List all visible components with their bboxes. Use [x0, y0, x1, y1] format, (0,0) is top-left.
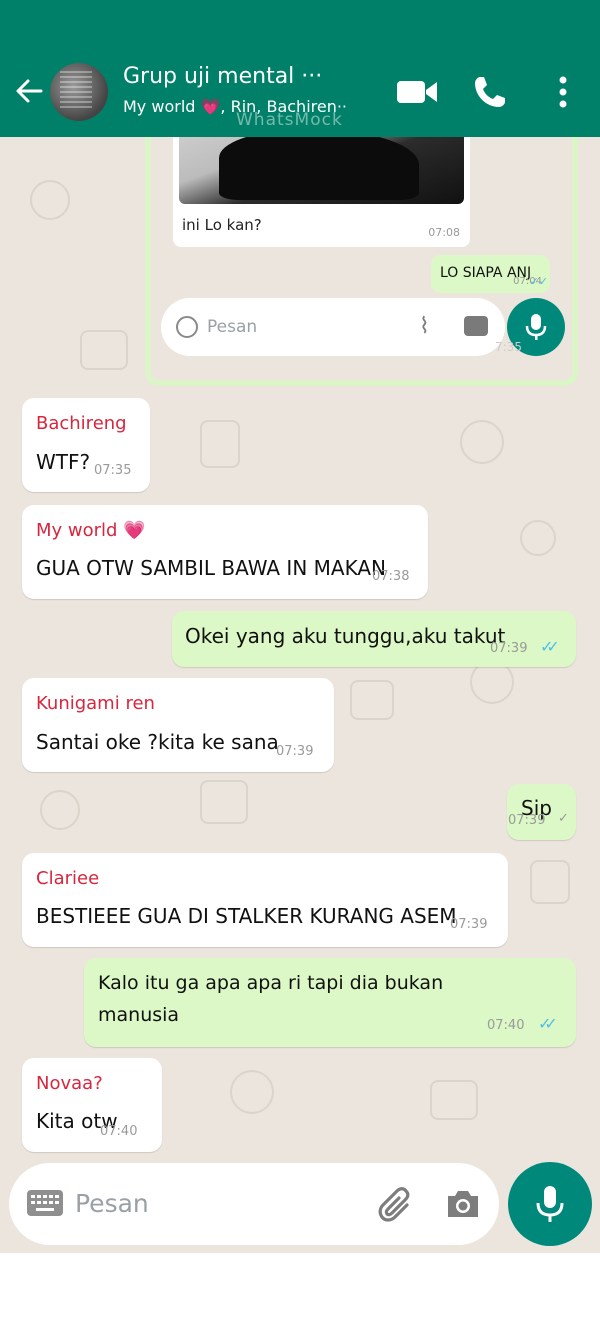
sender-name: Novaa?: [36, 1073, 103, 1094]
message-time: 07:39: [490, 641, 528, 656]
embedded-caption-time: 07:08: [428, 226, 460, 239]
message-time: 07:38: [372, 569, 410, 584]
message-text: Kalo itu ga apa apa ri tapi dia bukan: [98, 972, 444, 994]
message-bubble[interactable]: Sip 07:39 ✓: [507, 784, 576, 840]
chat-header: Grup uji mental ··· My world 💗, Rin, Bac…: [0, 0, 600, 137]
sender-name: Clariee: [36, 868, 100, 889]
watermark: WhatsMock: [236, 110, 343, 130]
message-bubble[interactable]: My world 💗 GUA OTW SAMBIL BAWA IN MAKAN …: [22, 505, 428, 599]
bg-doodle: [200, 780, 248, 824]
mic-button[interactable]: [508, 1162, 592, 1246]
message-input-placeholder[interactable]: Pesan: [75, 1189, 149, 1218]
bg-doodle: [80, 330, 128, 370]
message-text: GUA OTW SAMBIL BAWA IN MAKAN: [36, 556, 386, 580]
read-ticks-icon: ✓✓: [538, 1014, 558, 1033]
chat-screen: ini Lo kan? 07:08 LO SIAPA ANJ 07:04 ✓✓ …: [0, 0, 600, 1253]
message-text: manusia: [98, 1004, 180, 1026]
embedded-outgoing-message: LO SIAPA ANJ 07:04 ✓✓: [431, 255, 550, 293]
chat-title[interactable]: Grup uji mental ···: [123, 64, 373, 89]
sent-tick-icon: ✓: [558, 811, 569, 826]
bg-doodle: [350, 680, 394, 720]
message-bubble[interactable]: Okei yang aku tunggu,aku takut 07:39 ✓✓: [172, 611, 576, 667]
bg-doodle: [520, 520, 556, 556]
message-text: Okei yang aku tunggu,aku takut: [185, 624, 506, 648]
bg-doodle: [530, 860, 570, 904]
sender-name: My world 💗: [36, 520, 146, 541]
message-bubble[interactable]: Novaa? Kita otw 07:40: [22, 1058, 162, 1152]
message-bubble[interactable]: Kalo itu ga apa apa ri tapi dia bukan ma…: [84, 958, 576, 1047]
bg-doodle: [30, 180, 70, 220]
embedded-caption: ini Lo kan?: [182, 216, 262, 234]
message-time: 07:39: [276, 744, 314, 759]
back-arrow-icon[interactable]: [14, 76, 44, 106]
message-text: BESTIEEE GUA DI STALKER KURANG ASEM: [36, 904, 457, 928]
message-time: 07:39: [508, 813, 546, 828]
message-time: 07:39: [450, 917, 488, 932]
embedded-input-placeholder: Pesan: [207, 317, 258, 337]
read-ticks-icon: ✓✓: [540, 637, 560, 656]
message-time: 07:40: [100, 1124, 138, 1139]
mic-icon: [536, 1186, 564, 1222]
camera-icon[interactable]: [445, 1188, 481, 1220]
embedded-screenshot: ini Lo kan? 07:08 LO SIAPA ANJ 07:04 ✓✓ …: [145, 100, 578, 386]
bg-doodle: [200, 420, 240, 468]
bg-doodle: [460, 420, 504, 464]
attach-icon: ⌇: [419, 314, 430, 339]
more-options-icon[interactable]: [553, 74, 573, 110]
message-bubble[interactable]: Bachireng WTF? 07:35: [22, 398, 150, 492]
attach-icon[interactable]: [377, 1185, 417, 1225]
message-text: Santai oke ?kita ke sana: [36, 730, 279, 754]
embedded-input-bar: Pesan ⌇: [161, 298, 505, 356]
message-bubble[interactable]: Kunigami ren Santai oke ?kita ke sana 07…: [22, 678, 334, 772]
bg-doodle: [40, 790, 80, 830]
sender-name: Bachireng: [36, 413, 127, 434]
bg-doodle: [430, 1080, 478, 1120]
message-time: 07:35: [94, 463, 132, 478]
message-text: WTF?: [36, 450, 91, 474]
message-bubble[interactable]: Clariee BESTIEEE GUA DI STALKER KURANG A…: [22, 853, 508, 947]
bg-doodle: [230, 1070, 274, 1114]
voice-call-icon[interactable]: [472, 74, 508, 110]
video-call-icon[interactable]: [396, 78, 438, 106]
embedded-overlay-time: 7:35: [495, 340, 522, 354]
message-input-bar[interactable]: Pesan: [9, 1163, 499, 1245]
emoji-icon: [176, 316, 198, 338]
sender-name: Kunigami ren: [36, 693, 155, 714]
mic-icon: [525, 314, 547, 340]
camera-icon: [464, 316, 488, 336]
group-avatar[interactable]: [50, 63, 108, 121]
read-ticks-icon: ✓✓: [529, 275, 548, 288]
keyboard-icon[interactable]: [27, 1190, 63, 1216]
message-time: 07:40: [487, 1018, 525, 1033]
